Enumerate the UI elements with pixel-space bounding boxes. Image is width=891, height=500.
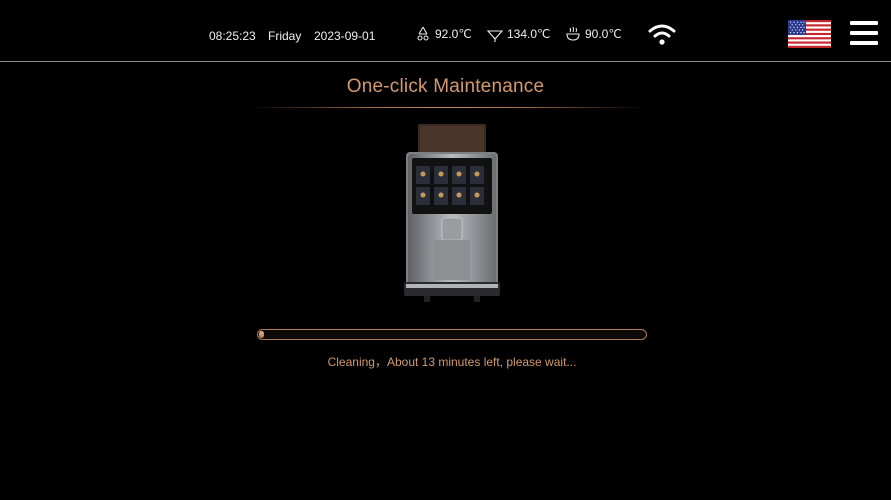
steam-temp-value: 134.0℃ (507, 27, 551, 41)
app-screen: 08:25:23 Friday 2023-09-01 92.0℃ 134.0℃ … (0, 0, 891, 500)
wifi-icon (648, 24, 676, 45)
progress-message: Cleaning，About 13 minutes left, please w… (327, 355, 577, 369)
steam-temp-icon (486, 30, 504, 42)
hamburger-menu-icon[interactable] (850, 20, 878, 46)
progress-bar (257, 329, 647, 340)
progress-fill (259, 331, 264, 338)
cup-temp-icon (566, 26, 580, 41)
cup-temp-indicator: 90.0℃ (564, 25, 622, 43)
coffee-machine-image (404, 124, 500, 302)
title-divider (250, 107, 645, 108)
steam-temp-indicator: 134.0℃ (486, 25, 551, 43)
water-temp-value: 92.0℃ (435, 27, 472, 41)
cup-temp-value: 90.0℃ (585, 27, 622, 41)
status-bar: 08:25:23 Friday 2023-09-01 92.0℃ 134.0℃ … (0, 0, 891, 62)
us-flag-icon[interactable] (788, 20, 831, 48)
date: 2023-09-01 (314, 29, 376, 43)
page-title: One-click Maintenance (346, 76, 545, 97)
water-drop-temp-icon (417, 26, 429, 41)
weekday: Friday (268, 29, 302, 43)
clock-time: 08:25:23 (209, 29, 256, 43)
water-temp-indicator: 92.0℃ (414, 25, 472, 43)
